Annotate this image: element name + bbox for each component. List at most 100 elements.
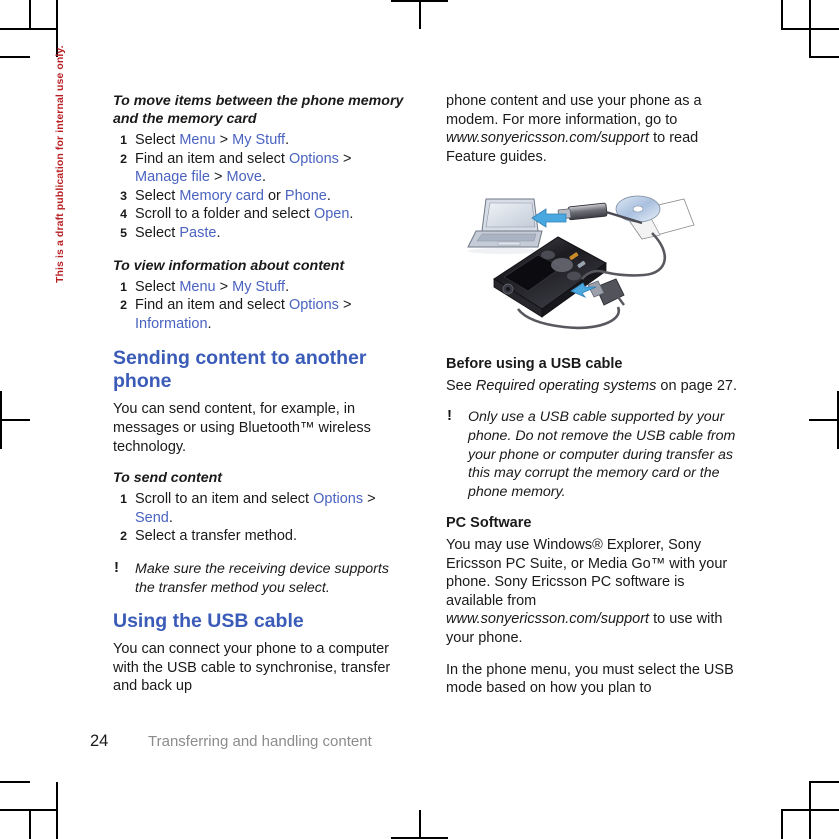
usb-connection-illustration [446,179,738,339]
step-text: > [363,491,376,508]
step-text: . [261,169,266,186]
step-text: . [216,224,221,241]
crop-mark-bottom-left-v [29,810,31,839]
section-body-using-usb-cable: You can connect your phone to a computer… [113,641,391,695]
procedure-steps-move-items: Select Menu > My Stuff. Find an item and … [113,131,405,243]
support-url-2: www.sonyericsson.com/support [446,611,650,628]
crop-mark-top-left-v2 [29,0,31,29]
procedure-steps-view-information: Select Menu > My Stuff. Find an item and … [113,278,405,334]
support-url-1: www.sonyericsson.com/support [446,130,650,147]
printed-page: This is a draft publication for internal… [0,0,839,839]
crop-mark-mid-left-v [0,391,2,449]
step-text: Select a transfer method. [135,528,297,545]
step-text: > [338,297,352,314]
crop-mark-bottom-right-v [781,810,783,839]
step-text: Select [135,278,180,295]
note-receiving-device-text: Make sure the receiving device supports … [135,560,389,596]
procedure-heading-move-items: To move items between the phone memory a… [113,93,404,127]
section-heading-sending-content: Sending content to another phone [113,347,367,393]
crop-mark-top-right-v [781,0,783,29]
note-usb-caution-text: Only use a USB cable supported by your p… [468,409,736,500]
step-text: . [349,206,354,223]
ui-term: Options [288,150,339,167]
step-text: Select [135,132,180,148]
step-text: . [207,315,212,332]
crop-mark-top-right-h2 [809,56,839,58]
ui-term: Manage file [135,169,210,186]
draft-publication-stamp: This is a draft publication for internal… [54,45,66,283]
crop-mark-top-center-v [419,0,421,29]
laptop-graphic [467,198,543,255]
exclamation-icon: ! [447,407,452,425]
procedure-step: Select Menu > My Stuff. [113,131,405,150]
continued-paragraph-lead: phone content and use your phone as a mo… [446,93,702,128]
continued-paragraph: phone content and use your phone as a mo… [446,92,738,166]
step-text: . [285,278,290,295]
crop-mark-top-right-h [781,28,839,30]
procedure-step: Scroll to a folder and select Open. [113,205,405,224]
section-body-sending-content: You can send content, for example, in me… [113,401,371,455]
ui-term: My Stuff [232,132,286,148]
step-text: Find an item and select [135,150,289,167]
usb-plug-graphic [587,278,625,307]
procedure-step: Find an item and select Options > Inform… [113,296,405,333]
procedure-step: Find an item and select Options > Manage… [113,150,405,187]
step-text: > [215,278,233,295]
before-usb-lead: See [446,377,476,394]
ui-term: Information [135,315,208,332]
ui-term: Move [226,169,262,186]
procedure-step: Select Paste. [113,224,405,243]
crop-mark-bottom-left-h [0,809,58,811]
right-text-column: phone content and use your phone as a mo… [446,92,738,711]
ui-term: Send [135,509,169,526]
ui-term: Paste [179,224,217,241]
page-footer: 24 Transferring and handling content [90,732,750,751]
step-text: > [215,132,233,148]
step-text: . [326,187,331,204]
ui-term: Menu [179,278,216,295]
section-heading-using-usb-cable: Using the USB cable [113,610,304,633]
procedure-step: Select a transfer method. [113,527,405,546]
section-body-pc-software: You may use Windows® Explorer, Sony Eric… [446,536,738,648]
ui-term: Options [288,297,339,314]
procedure-step: Select Memory card or Phone. [113,187,405,206]
step-text: > [209,169,227,186]
ui-term: Options [313,491,364,508]
step-text: Select [135,224,180,241]
ui-term: Phone [284,187,327,204]
crop-mark-top-left-h2 [0,56,30,58]
step-text: or [263,187,285,204]
ui-term: Memory card [179,187,264,204]
section-body-before-using-usb: See Required operating systems on page 2… [446,377,738,396]
procedure-step: Scroll to an item and select Options > S… [113,490,405,527]
procedure-step: Select Menu > My Stuff. [113,278,405,297]
pc-software-lead: You may use Windows® Explorer, Sony Eric… [446,536,728,609]
crop-mark-top-left-h [0,28,58,30]
crop-mark-bottom-center-v [419,810,421,839]
step-text: Select [135,187,180,204]
before-usb-reference: Required operating systems [475,377,657,394]
note-usb-caution: ! Only use a USB cable supported by your… [446,407,738,501]
step-text: . [168,509,173,526]
section-heading-pc-software: PC Software [446,515,532,532]
crop-mark-mid-left-h [0,419,30,421]
note-receiving-device: ! Make sure the receiving device support… [113,558,405,597]
page-number: 24 [90,732,109,750]
step-text: . [285,132,290,148]
procedure-heading-view-information: To view information about content [113,257,345,274]
exclamation-icon: ! [114,558,119,576]
section-heading-before-using-usb: Before using a USB cable [446,356,623,373]
procedure-steps-send-content: Scroll to an item and select Options > S… [113,490,405,546]
before-usb-tail: on page 27. [656,377,738,394]
step-text: Scroll to an item and select [135,491,314,508]
left-text-column: To move items between the phone memory a… [113,92,405,707]
crop-mark-bottom-right-h2 [809,781,839,783]
step-text: Scroll to a folder and select [135,206,314,223]
crop-mark-bottom-right-h [781,809,839,811]
ui-term: Open [313,206,350,223]
section-body-usb-mode: In the phone menu, you must select the U… [446,661,734,697]
crop-mark-mid-right-h [809,419,839,421]
chapter-title: Transferring and handling content [148,733,372,750]
ui-term: Menu [179,132,216,148]
crop-mark-bottom-left-h2 [0,781,30,783]
